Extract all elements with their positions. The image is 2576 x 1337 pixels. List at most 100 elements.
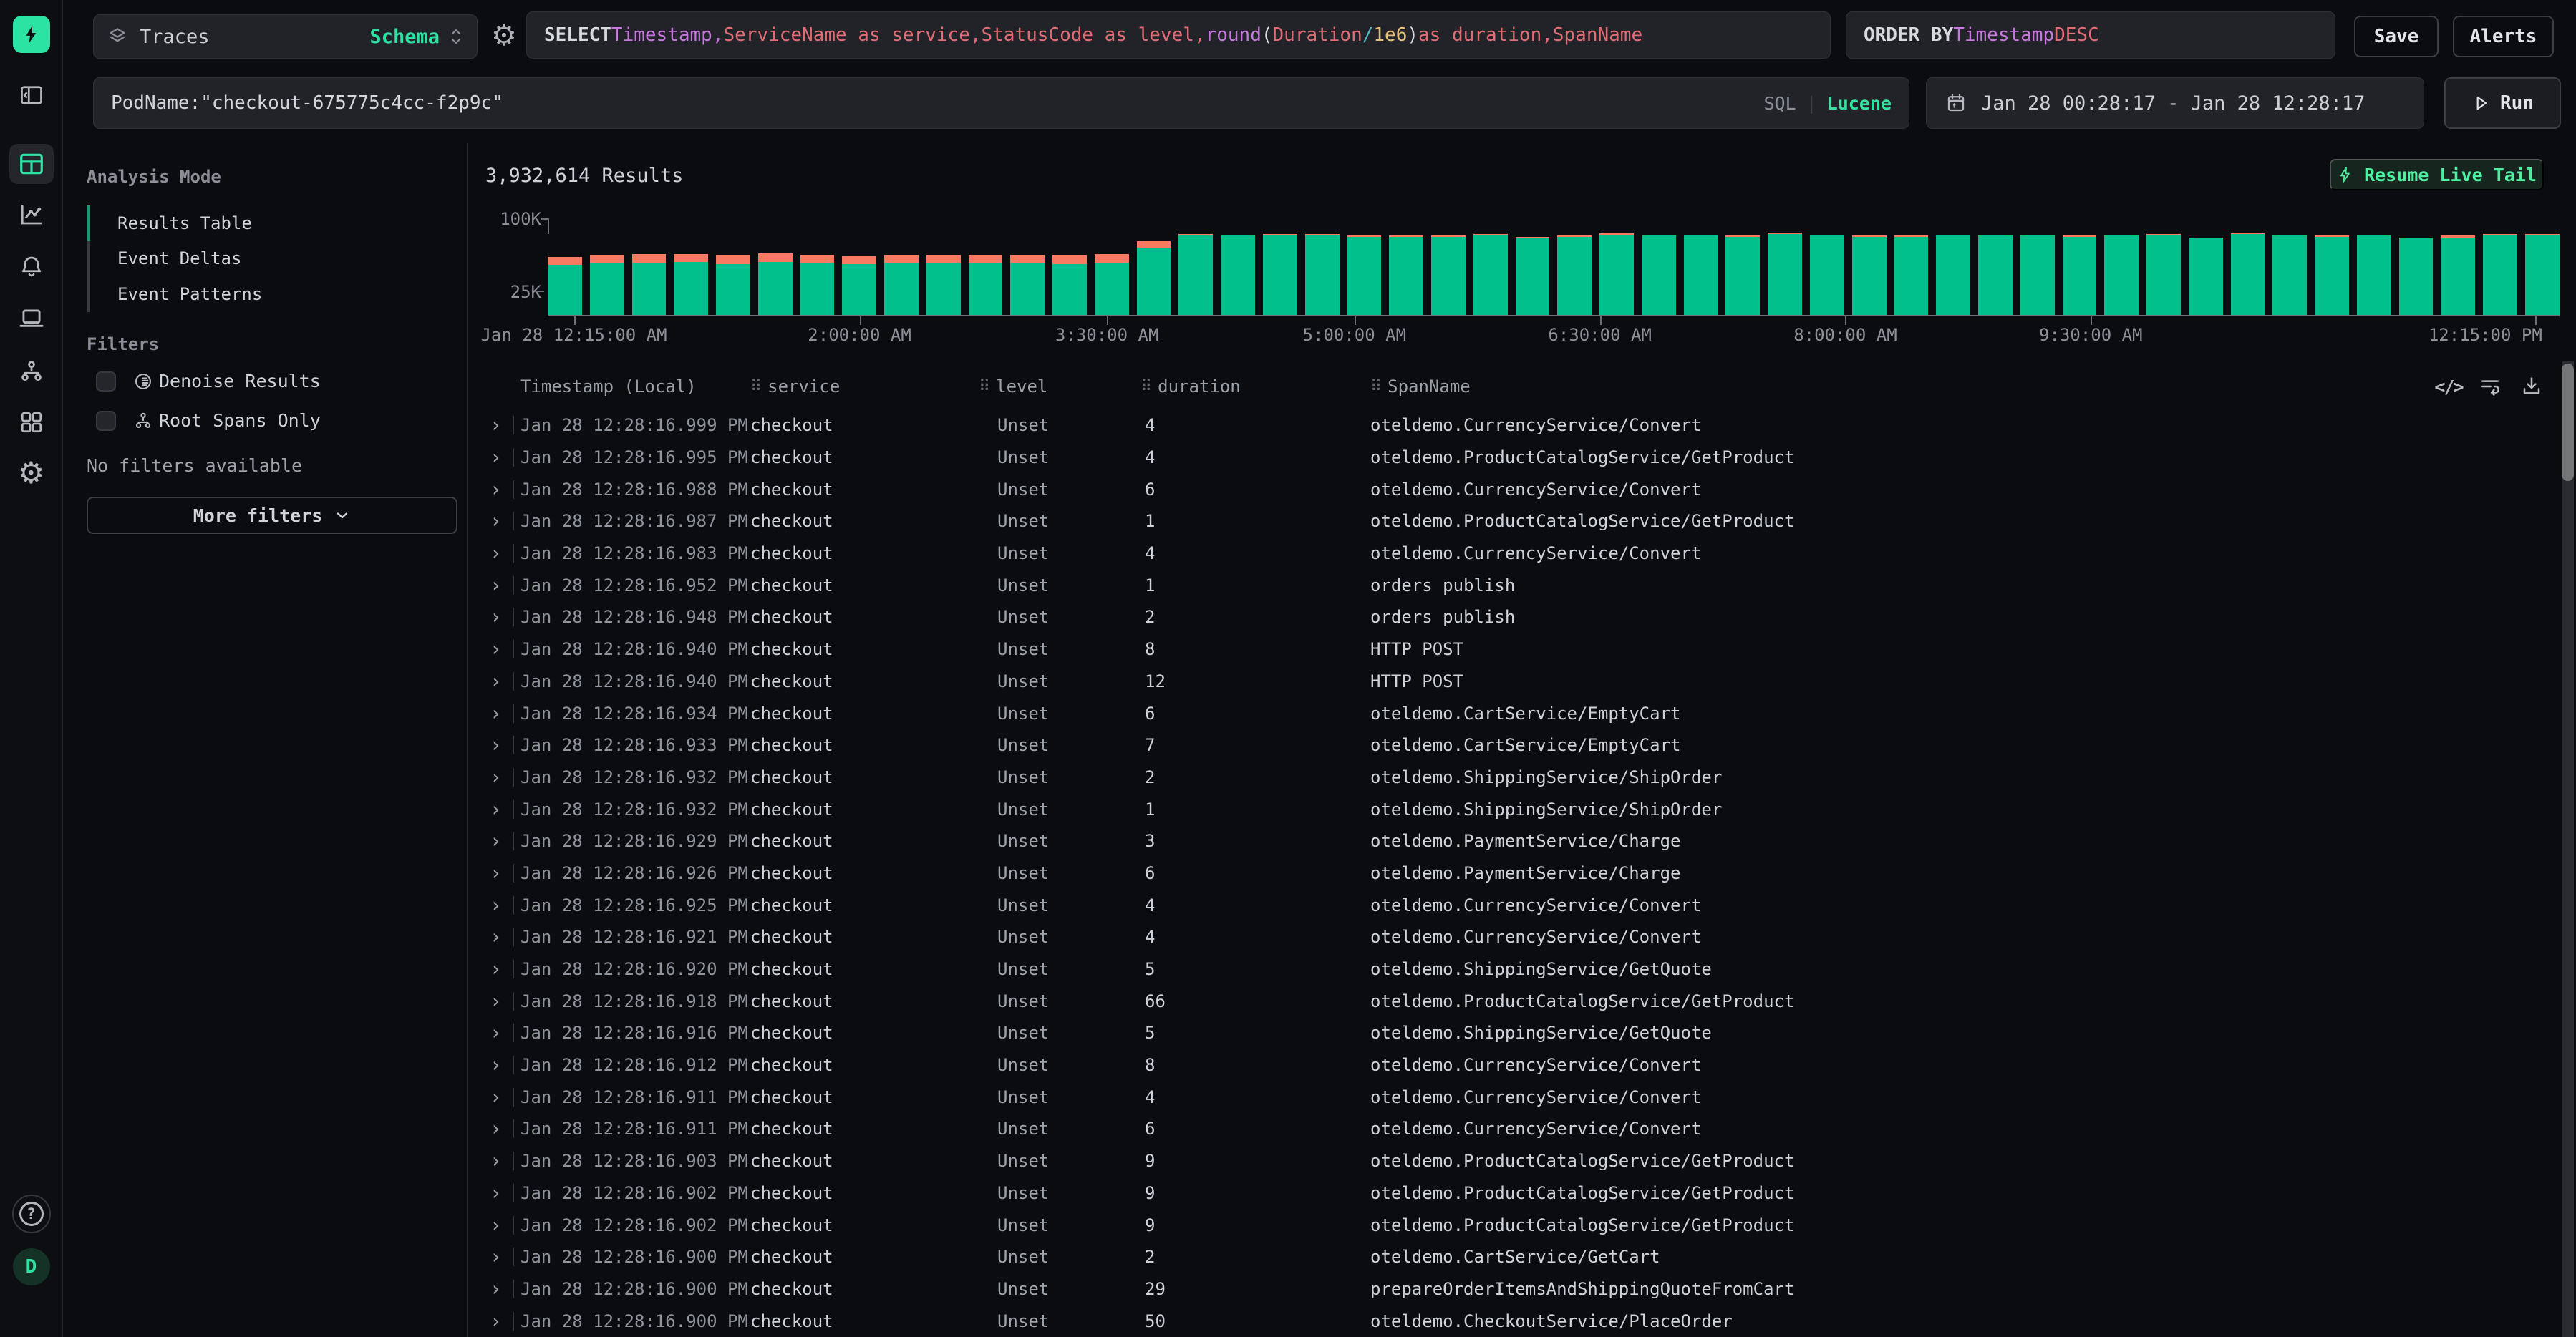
histogram-bar[interactable] bbox=[674, 254, 708, 315]
search-input[interactable]: PodName:"checkout-675775c4cc-f2p9c" SQL … bbox=[93, 77, 1909, 129]
table-row[interactable]: ›Jan 28 12:28:16.902 PMcheckoutUnset9ote… bbox=[467, 1209, 2555, 1241]
table-row[interactable]: ›Jan 28 12:28:16.921 PMcheckoutUnset4ote… bbox=[467, 921, 2555, 953]
expand-row-chevron-icon[interactable]: › bbox=[490, 927, 507, 947]
histogram-bar[interactable] bbox=[1725, 235, 1760, 315]
table-row[interactable]: ›Jan 28 12:28:16.983 PMcheckoutUnset4ote… bbox=[467, 538, 2555, 570]
table-row[interactable]: ›Jan 28 12:28:16.929 PMcheckoutUnset3ote… bbox=[467, 825, 2555, 857]
histogram-bar[interactable] bbox=[1095, 254, 1129, 315]
drag-grip-icon[interactable]: ⠿ bbox=[750, 378, 762, 396]
expand-row-chevron-icon[interactable]: › bbox=[490, 831, 507, 851]
expand-row-chevron-icon[interactable]: › bbox=[490, 799, 507, 820]
histogram-bar[interactable] bbox=[2399, 238, 2434, 315]
source-select[interactable]: Traces Schema bbox=[93, 14, 478, 59]
table-row[interactable]: ›Jan 28 12:28:16.999 PMcheckoutUnset4ote… bbox=[467, 409, 2555, 442]
histogram-bar[interactable] bbox=[1642, 235, 1676, 315]
expand-row-chevron-icon[interactable]: › bbox=[490, 1311, 507, 1331]
table-row[interactable]: ›Jan 28 12:28:16.916 PMcheckoutUnset5ote… bbox=[467, 1017, 2555, 1049]
expand-row-chevron-icon[interactable]: › bbox=[490, 607, 507, 627]
expand-row-chevron-icon[interactable]: › bbox=[490, 1215, 507, 1235]
drag-grip-icon[interactable]: ⠿ bbox=[1141, 378, 1152, 396]
expand-row-chevron-icon[interactable]: › bbox=[490, 1247, 507, 1267]
app-logo[interactable] bbox=[13, 16, 50, 53]
root-spans-checkbox[interactable] bbox=[96, 411, 116, 431]
histogram-bar[interactable] bbox=[1936, 235, 1970, 315]
expand-row-chevron-icon[interactable]: › bbox=[490, 1023, 507, 1043]
histogram-bar[interactable] bbox=[1221, 235, 1255, 315]
expand-row-chevron-icon[interactable]: › bbox=[490, 704, 507, 724]
expand-row-chevron-icon[interactable]: › bbox=[490, 1183, 507, 1203]
histogram-bar[interactable] bbox=[1305, 234, 1340, 315]
alerts-button[interactable]: Alerts bbox=[2453, 16, 2554, 57]
histogram-bar[interactable] bbox=[1978, 235, 2013, 315]
resume-live-tail-button[interactable]: Resume Live Tail bbox=[2330, 159, 2544, 190]
histogram-bar[interactable] bbox=[2020, 235, 2055, 315]
histogram-bar[interactable] bbox=[2315, 235, 2349, 315]
histogram-bar[interactable] bbox=[926, 255, 961, 315]
histogram-bar[interactable] bbox=[716, 255, 750, 315]
analysis-mode-results-table[interactable]: Results Table bbox=[87, 205, 460, 241]
nav-search-results-active[interactable] bbox=[9, 144, 54, 184]
histogram-bar[interactable] bbox=[2231, 233, 2265, 315]
table-row[interactable]: ›Jan 28 12:28:16.900 PMcheckoutUnset50ot… bbox=[467, 1305, 2555, 1337]
histogram-bar[interactable] bbox=[1810, 235, 1844, 315]
denoise-results-toggle[interactable]: Denoise Results bbox=[96, 371, 321, 392]
expand-row-chevron-icon[interactable]: › bbox=[490, 863, 507, 883]
expand-row-chevron-icon[interactable]: › bbox=[490, 895, 507, 915]
histogram-bar[interactable] bbox=[1052, 255, 1087, 315]
column-header-timestamp[interactable]: Timestamp (Local) bbox=[520, 376, 750, 397]
table-row[interactable]: ›Jan 28 12:28:16.952 PMcheckoutUnset1ord… bbox=[467, 569, 2555, 601]
table-row[interactable]: ›Jan 28 12:28:16.918 PMcheckoutUnset66ot… bbox=[467, 985, 2555, 1017]
table-row[interactable]: ›Jan 28 12:28:16.900 PMcheckoutUnset29pr… bbox=[467, 1273, 2555, 1306]
expand-row-chevron-icon[interactable]: › bbox=[490, 415, 507, 435]
time-range-picker[interactable]: Jan 28 00:28:17 - Jan 28 12:28:17 bbox=[1926, 77, 2424, 129]
column-header-service[interactable]: ⠿service bbox=[750, 376, 979, 397]
table-row[interactable]: ›Jan 28 12:28:16.925 PMcheckoutUnset4ote… bbox=[467, 889, 2555, 921]
histogram-bar[interactable] bbox=[1894, 235, 1929, 315]
table-row[interactable]: ›Jan 28 12:28:16.926 PMcheckoutUnset6ote… bbox=[467, 857, 2555, 890]
expand-row-chevron-icon[interactable]: › bbox=[490, 735, 507, 755]
table-row[interactable]: ›Jan 28 12:28:16.902 PMcheckoutUnset9ote… bbox=[467, 1177, 2555, 1210]
table-row[interactable]: ›Jan 28 12:28:16.932 PMcheckoutUnset2ote… bbox=[467, 762, 2555, 794]
table-row[interactable]: ›Jan 28 12:28:16.940 PMcheckoutUnset8HTT… bbox=[467, 633, 2555, 666]
help-icon[interactable]: ? bbox=[12, 1195, 51, 1233]
histogram-bar[interactable] bbox=[1347, 235, 1382, 315]
expand-row-chevron-icon[interactable]: › bbox=[490, 1119, 507, 1139]
table-row[interactable]: ›Jan 28 12:28:16.987 PMcheckoutUnset1ote… bbox=[467, 505, 2555, 538]
nav-service-map-icon[interactable] bbox=[19, 359, 44, 384]
histogram-bar[interactable] bbox=[2357, 235, 2391, 315]
expand-row-chevron-icon[interactable]: › bbox=[490, 671, 507, 691]
histogram-bar[interactable] bbox=[969, 255, 1003, 315]
expand-row-chevron-icon[interactable]: › bbox=[490, 543, 507, 563]
histogram-bar[interactable] bbox=[884, 255, 919, 315]
more-filters-button[interactable]: More filters bbox=[87, 497, 457, 534]
expand-row-chevron-icon[interactable]: › bbox=[490, 1087, 507, 1107]
histogram-bar[interactable] bbox=[2525, 234, 2560, 315]
histogram-bar[interactable] bbox=[1389, 235, 1423, 315]
expand-row-chevron-icon[interactable]: › bbox=[490, 575, 507, 595]
column-header-level[interactable]: ⠿level bbox=[979, 376, 1141, 397]
table-row[interactable]: ›Jan 28 12:28:16.900 PMcheckoutUnset2ote… bbox=[467, 1241, 2555, 1273]
root-spans-only-toggle[interactable]: Root Spans Only bbox=[96, 410, 321, 431]
expand-row-chevron-icon[interactable]: › bbox=[490, 511, 507, 531]
nav-client-sessions-icon[interactable] bbox=[18, 305, 45, 332]
table-row[interactable]: ›Jan 28 12:28:16.932 PMcheckoutUnset1ote… bbox=[467, 793, 2555, 825]
table-row[interactable]: ›Jan 28 12:28:16.948 PMcheckoutUnset2ord… bbox=[467, 601, 2555, 633]
table-row[interactable]: ›Jan 28 12:28:16.995 PMcheckoutUnset4ote… bbox=[467, 442, 2555, 474]
histogram-bar[interactable] bbox=[2483, 234, 2517, 315]
histogram-bar[interactable] bbox=[1431, 235, 1466, 315]
histogram-bar[interactable] bbox=[1473, 234, 1508, 315]
nav-dashboards-icon[interactable] bbox=[19, 409, 44, 435]
table-row[interactable]: ›Jan 28 12:28:16.934 PMcheckoutUnset6ote… bbox=[467, 697, 2555, 729]
nav-alerts-bell-icon[interactable] bbox=[19, 253, 44, 279]
histogram-bar[interactable] bbox=[2272, 235, 2307, 315]
table-row[interactable]: ›Jan 28 12:28:16.911 PMcheckoutUnset6ote… bbox=[467, 1113, 2555, 1145]
histogram-bar[interactable] bbox=[632, 254, 667, 315]
expand-row-chevron-icon[interactable]: › bbox=[490, 447, 507, 467]
expand-row-chevron-icon[interactable]: › bbox=[490, 480, 507, 500]
histogram-bar[interactable] bbox=[1599, 233, 1634, 315]
expand-row-chevron-icon[interactable]: › bbox=[490, 959, 507, 979]
histogram-bar[interactable] bbox=[842, 256, 876, 315]
expand-row-chevron-icon[interactable]: › bbox=[490, 1279, 507, 1299]
scrollbar-thumb[interactable] bbox=[2562, 364, 2574, 481]
table-row[interactable]: ›Jan 28 12:28:16.988 PMcheckoutUnset6ote… bbox=[467, 473, 2555, 505]
